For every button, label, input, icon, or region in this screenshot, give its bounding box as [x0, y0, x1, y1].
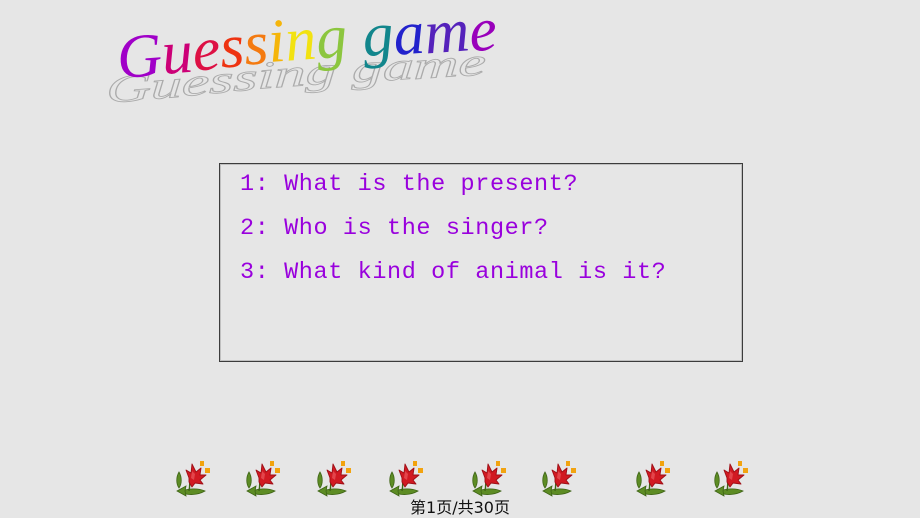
wordart-letter: e [466, 0, 500, 66]
page-number-footer: 第1页/共30页 [410, 498, 510, 517]
wordart-title: Guessing game Guessing game [105, 0, 548, 112]
question-line-1: 1: What is the present? [240, 171, 579, 198]
slide-canvas: Guessing game Guessing game 1: What is t… [0, 0, 920, 518]
question-line-3: 3: What kind of animal is it? [240, 259, 667, 286]
wordart-letter: G [114, 20, 165, 93]
wordart-letter: m [421, 0, 472, 68]
question-line-2: 2: Who is the singer? [240, 215, 549, 242]
question-text-box: 1: What is the present? 2: Who is the si… [219, 163, 743, 362]
